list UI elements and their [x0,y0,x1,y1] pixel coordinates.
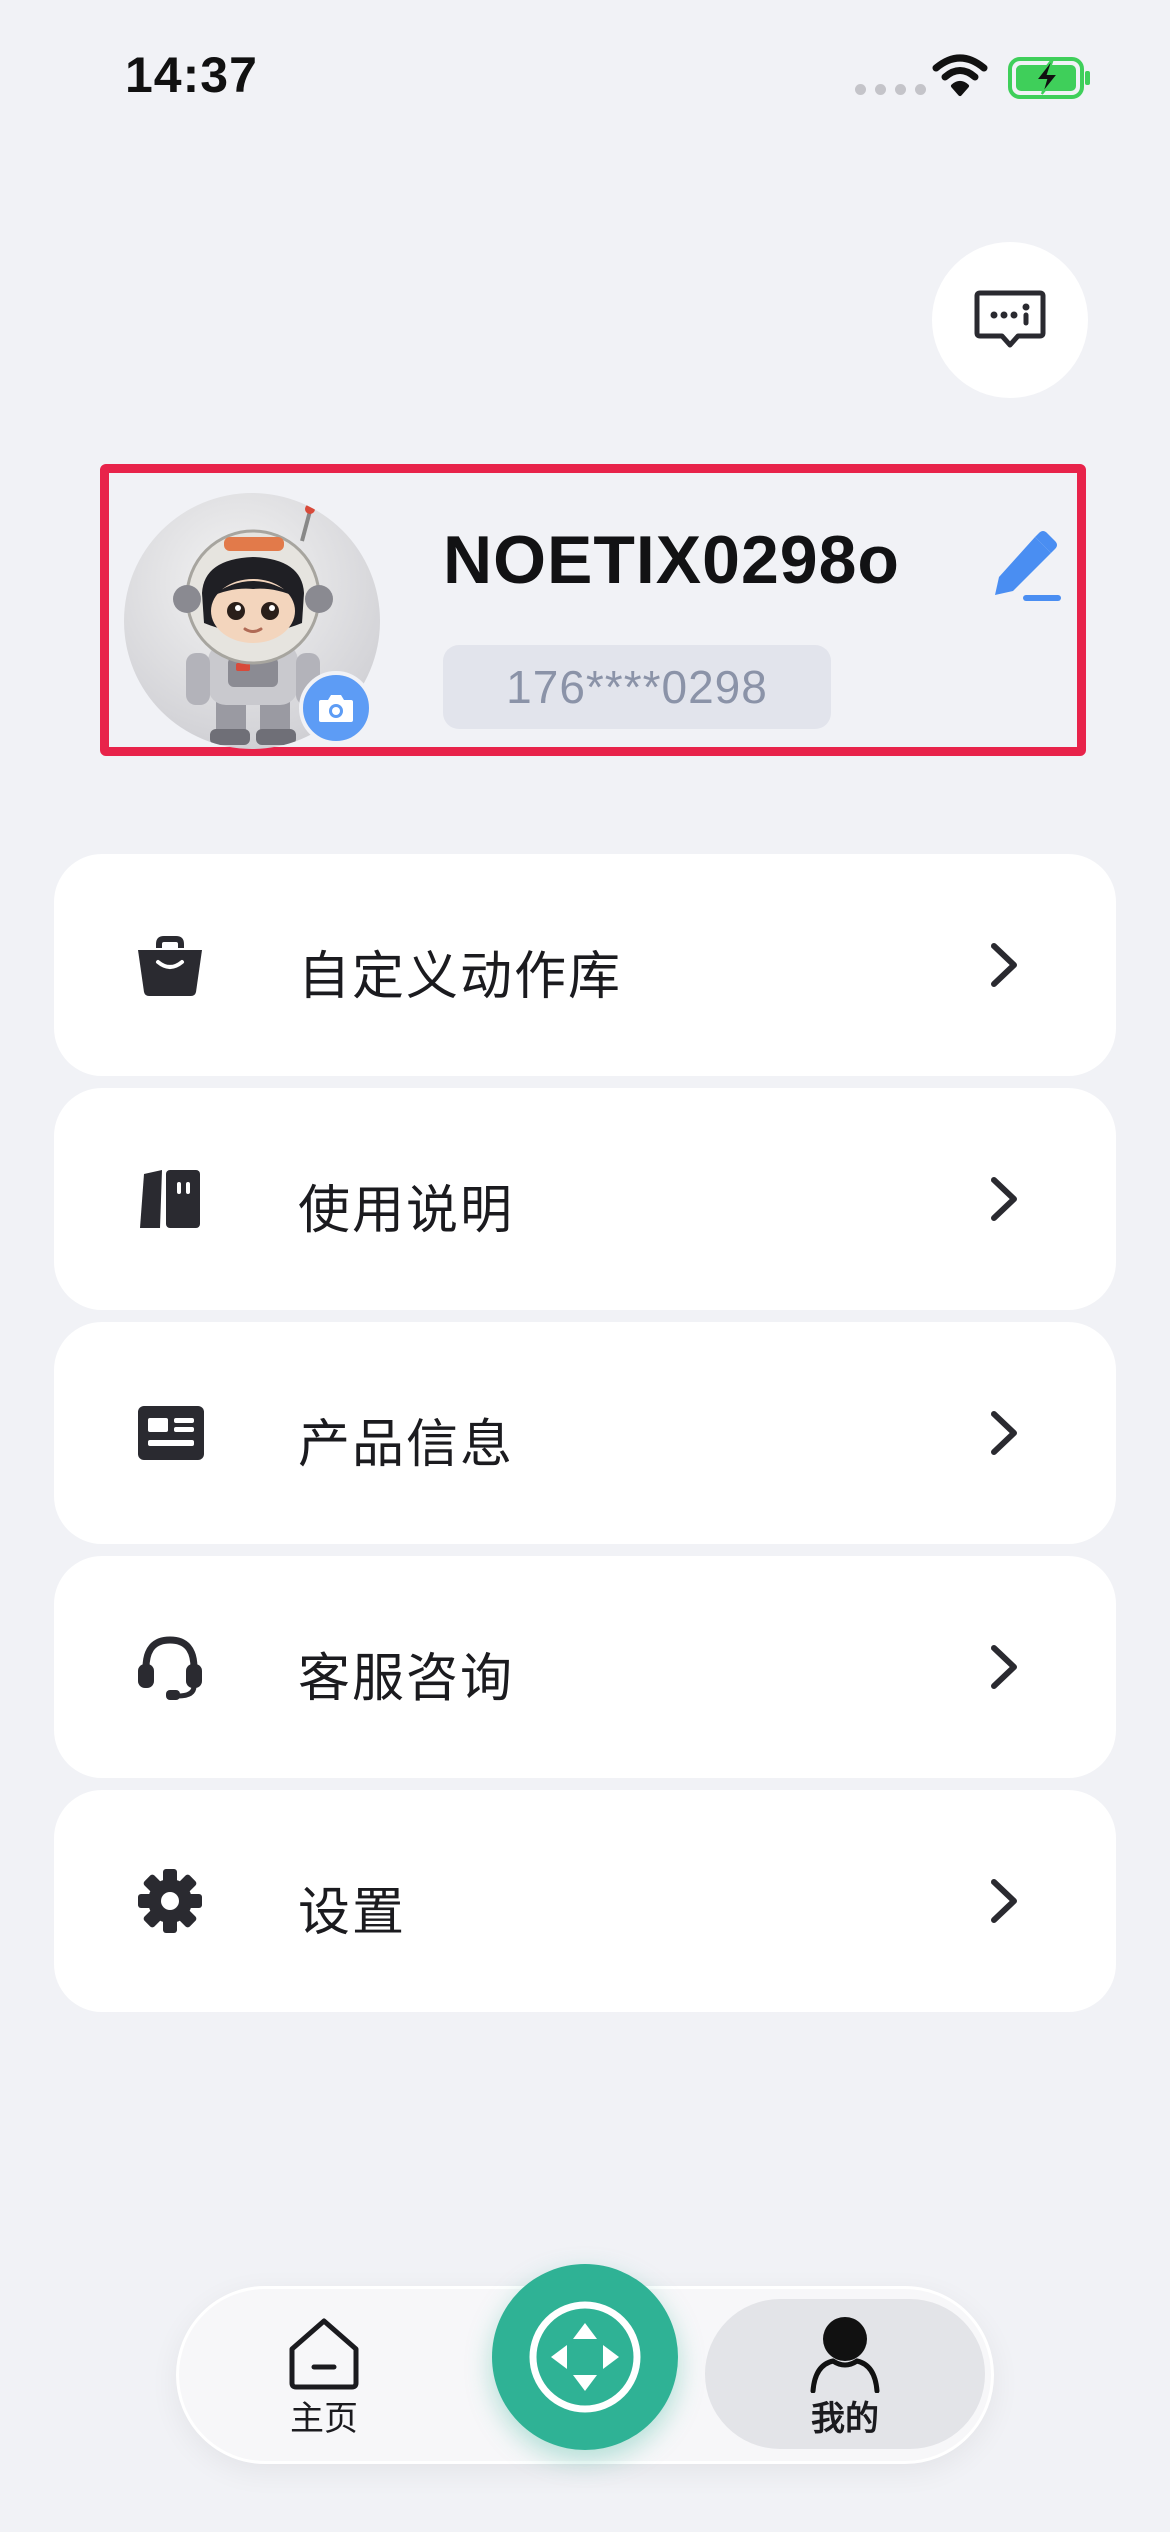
edit-name-icon[interactable] [989,529,1065,605]
chevron-right-icon [991,943,1017,987]
menu-label: 客服咨询 [298,1649,515,1709]
username: NOETIX0298o [443,522,900,598]
menu-item-settings[interactable]: 设置 [54,1790,1116,2012]
wifi-icon [932,54,988,96]
chevron-right-icon [991,1645,1017,1689]
tab-home[interactable]: 主页 [259,2313,389,2443]
menu-item-action-library[interactable]: 自定义动作库 [54,854,1116,1076]
change-avatar-button[interactable] [299,671,373,745]
home-icon [289,2318,359,2390]
camera-icon [319,695,353,722]
menu-item-user-guide[interactable]: 使用说明 [54,1088,1116,1310]
menu-label: 产品信息 [298,1415,515,1475]
phone-number: 176****0298 [443,645,831,729]
status-time: 14:37 [125,47,258,103]
menu-item-product-info[interactable]: 产品信息 [54,1322,1116,1544]
tab-mine[interactable]: 我的 [705,2299,985,2449]
menu-item-customer-service[interactable]: 客服咨询 [54,1556,1116,1778]
headset-icon [138,1636,202,1700]
menu-label: 自定义动作库 [298,947,623,1007]
tab-mine-label: 我的 [811,2399,879,2439]
book-icon [140,1170,200,1228]
direction-pad-icon [529,2301,641,2413]
battery-charging-icon [1008,57,1090,99]
status-bar: 14:37 [0,0,1170,150]
menu-label: 使用说明 [298,1181,515,1241]
chevron-right-icon [991,1879,1017,1923]
chevron-right-icon [991,1411,1017,1455]
remote-control-button[interactable] [492,2264,678,2450]
id-card-icon [138,1406,204,1460]
gear-icon [138,1869,202,1933]
chevron-right-icon [991,1177,1017,1221]
cellular-signal-icon [855,84,926,95]
user-icon [810,2317,880,2393]
tab-home-label: 主页 [290,2399,358,2439]
toolbox-icon [138,936,202,996]
message-icon [974,290,1046,348]
menu-label: 设置 [298,1883,407,1943]
profile-card[interactable]: NOETIX0298o 176****0298 [100,464,1086,756]
message-button[interactable] [932,242,1088,398]
